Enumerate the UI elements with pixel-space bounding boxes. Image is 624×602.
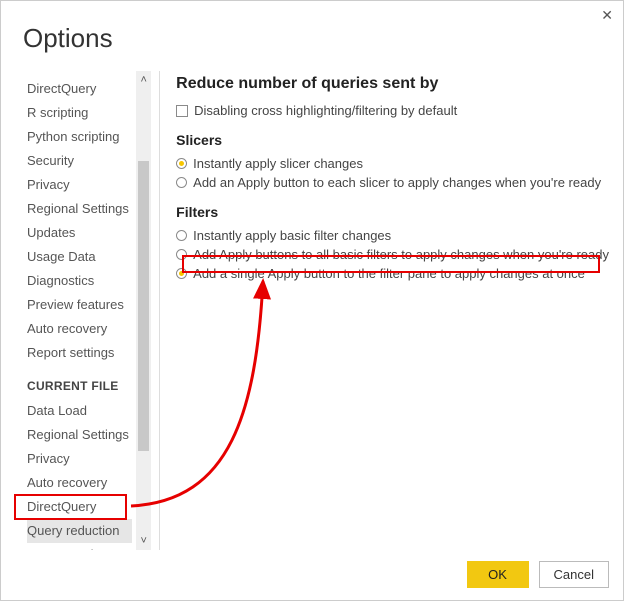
sidebar-item-cf-report-settings[interactable]: Report settings bbox=[27, 543, 132, 550]
dialog-buttons: OK Cancel bbox=[467, 561, 609, 588]
sidebar-item-usage-data[interactable]: Usage Data bbox=[27, 245, 132, 269]
sidebar-item-report-settings[interactable]: Report settings bbox=[27, 341, 132, 365]
scroll-up-icon[interactable]: ˄ bbox=[136, 73, 151, 87]
options-dialog: ✕ Options DirectQuery R scripting Python… bbox=[0, 0, 624, 601]
main-heading: Reduce number of queries sent by bbox=[176, 75, 609, 93]
sidebar-list: DirectQuery R scripting Python scripting… bbox=[9, 71, 136, 550]
radio-label: Add a single Apply button to the filter … bbox=[193, 266, 585, 281]
dialog-body: DirectQuery R scripting Python scripting… bbox=[9, 71, 615, 550]
sidebar-item-updates[interactable]: Updates bbox=[27, 221, 132, 245]
sidebar-section-current-file: CURRENT FILE bbox=[27, 365, 132, 399]
radio-slicer-apply-button[interactable]: Add an Apply button to each slicer to ap… bbox=[176, 173, 609, 192]
radio-label: Add Apply buttons to all basic filters t… bbox=[193, 247, 609, 262]
close-icon[interactable]: ✕ bbox=[601, 7, 613, 24]
radio-filter-single-apply[interactable]: Add a single Apply button to the filter … bbox=[176, 264, 609, 283]
sidebar-item-preview-features[interactable]: Preview features bbox=[27, 293, 132, 317]
radio-filter-instant[interactable]: Instantly apply basic filter changes bbox=[176, 226, 609, 245]
radio-icon bbox=[176, 230, 187, 241]
sidebar-item-regional-settings[interactable]: Regional Settings bbox=[27, 197, 132, 221]
sidebar-item-cf-data-load[interactable]: Data Load bbox=[27, 399, 132, 423]
sidebar-item-cf-auto-recovery[interactable]: Auto recovery bbox=[27, 471, 132, 495]
checkbox-icon bbox=[176, 105, 188, 117]
sidebar-item-cf-query-reduction[interactable]: Query reduction bbox=[27, 519, 132, 543]
sidebar-item-python-scripting[interactable]: Python scripting bbox=[27, 125, 132, 149]
radio-filter-apply-each[interactable]: Add Apply buttons to all basic filters t… bbox=[176, 245, 609, 264]
checkbox-label: Disabling cross highlighting/filtering b… bbox=[194, 103, 457, 118]
sidebar-item-diagnostics[interactable]: Diagnostics bbox=[27, 269, 132, 293]
sidebar-item-cf-regional-settings[interactable]: Regional Settings bbox=[27, 423, 132, 447]
radio-label: Instantly apply slicer changes bbox=[193, 156, 363, 171]
sidebar: DirectQuery R scripting Python scripting… bbox=[9, 71, 151, 550]
filters-heading: Filters bbox=[176, 204, 609, 220]
sidebar-item-cf-privacy[interactable]: Privacy bbox=[27, 447, 132, 471]
ok-button[interactable]: OK bbox=[467, 561, 529, 588]
sidebar-item-directquery[interactable]: DirectQuery bbox=[27, 77, 132, 101]
checkbox-disable-cross[interactable]: Disabling cross highlighting/filtering b… bbox=[176, 101, 609, 120]
scroll-down-icon[interactable]: ˅ bbox=[136, 534, 151, 548]
scroll-thumb[interactable] bbox=[138, 161, 149, 451]
dialog-title: Options bbox=[23, 23, 113, 54]
vertical-divider bbox=[159, 71, 160, 550]
sidebar-item-privacy[interactable]: Privacy bbox=[27, 173, 132, 197]
main-panel: Reduce number of queries sent by Disabli… bbox=[170, 71, 615, 550]
slicers-heading: Slicers bbox=[176, 132, 609, 148]
sidebar-item-cf-directquery[interactable]: DirectQuery bbox=[27, 495, 132, 519]
cancel-button[interactable]: Cancel bbox=[539, 561, 609, 588]
sidebar-scrollbar[interactable]: ˄ ˅ bbox=[136, 71, 151, 550]
radio-label: Instantly apply basic filter changes bbox=[193, 228, 391, 243]
radio-icon bbox=[176, 268, 187, 279]
sidebar-item-auto-recovery[interactable]: Auto recovery bbox=[27, 317, 132, 341]
radio-slicer-instant[interactable]: Instantly apply slicer changes bbox=[176, 154, 609, 173]
radio-label: Add an Apply button to each slicer to ap… bbox=[193, 175, 601, 190]
sidebar-item-security[interactable]: Security bbox=[27, 149, 132, 173]
radio-icon bbox=[176, 249, 187, 260]
radio-icon bbox=[176, 177, 187, 188]
radio-icon bbox=[176, 158, 187, 169]
sidebar-item-r-scripting[interactable]: R scripting bbox=[27, 101, 132, 125]
